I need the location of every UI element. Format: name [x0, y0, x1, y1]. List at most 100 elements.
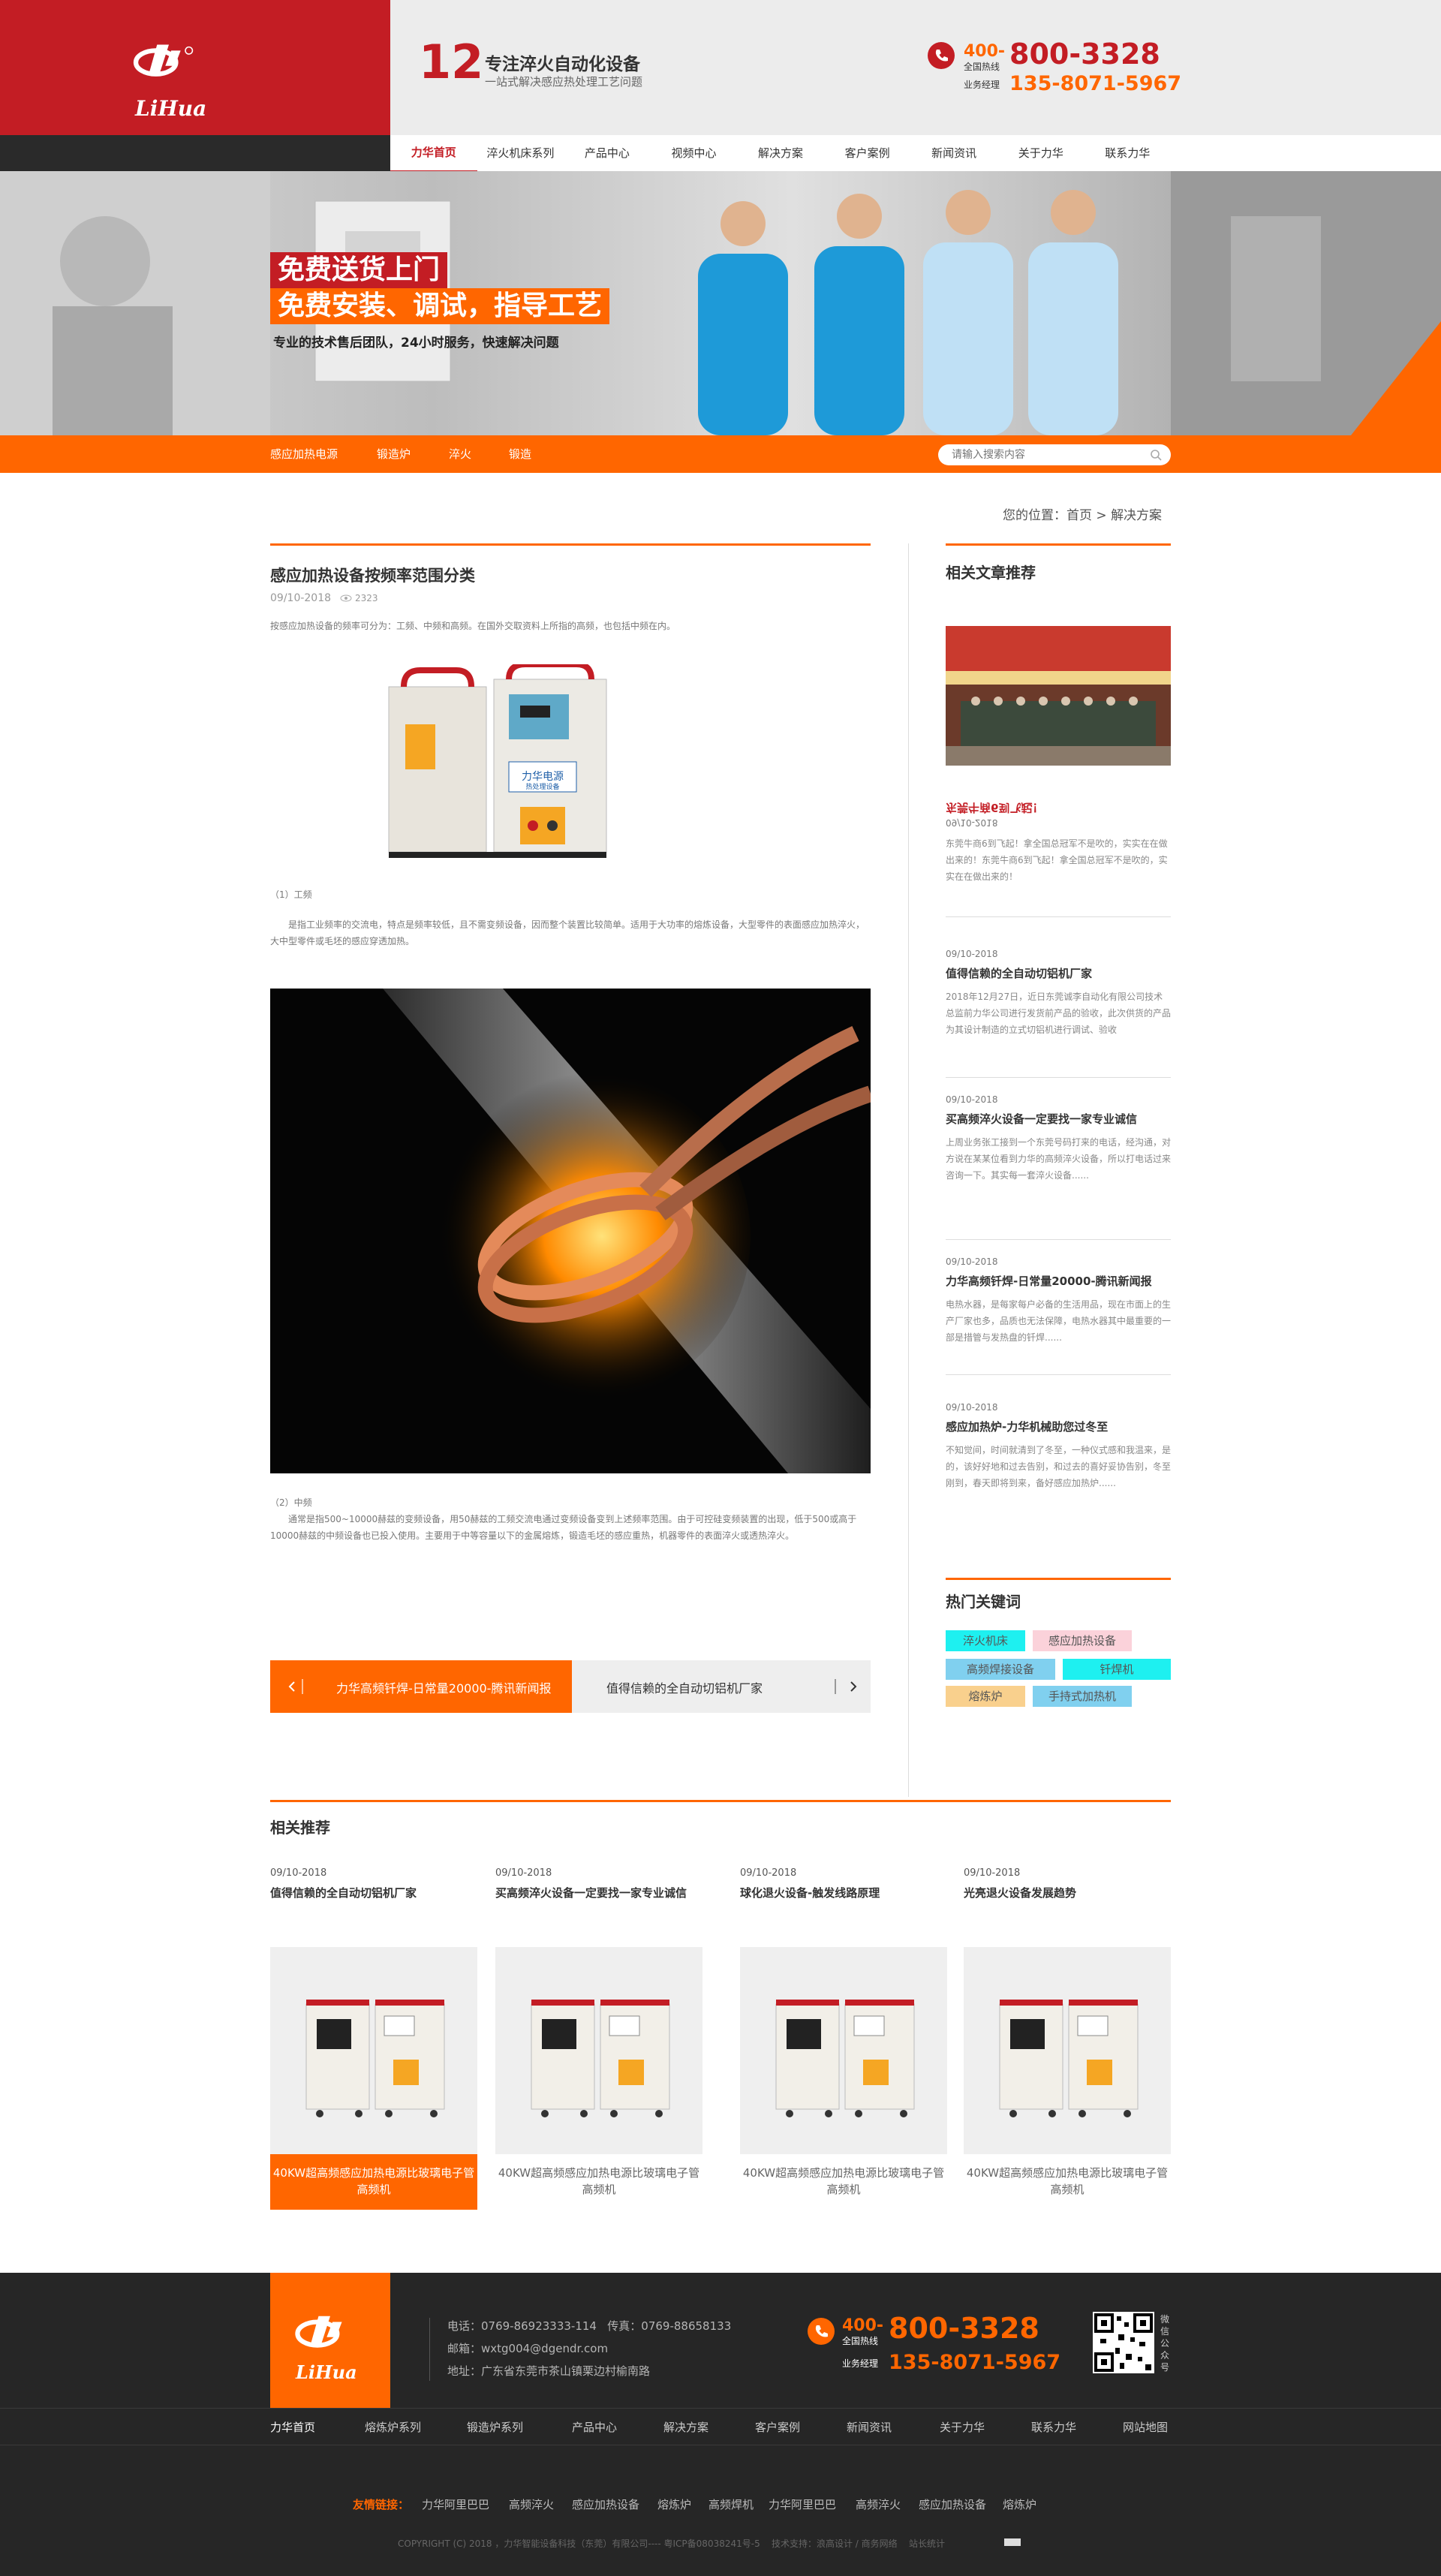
related-caption[interactable]: 40KW超高频感应加热电源比玻璃电子管高频机: [964, 2154, 1171, 2210]
sidebar-article-title[interactable]: 感应加热炉-力华机械助您过冬至: [946, 1419, 1171, 1434]
related-caption[interactable]: 40KW超高频感应加热电源比玻璃电子管高频机: [495, 2154, 702, 2210]
related-card[interactable]: 09/10-2018 光亮退火设备发展趋势 40KW超高频感应加热电源比玻璃电子…: [964, 1867, 1171, 2196]
chevron-right-icon[interactable]: [848, 1681, 859, 1693]
related-title[interactable]: 光亮退火设备发展趋势: [964, 1885, 1171, 1900]
article-views: 2323: [355, 593, 378, 603]
footer-nav-item[interactable]: 熔炼炉系列: [365, 2409, 421, 2446]
friend-link[interactable]: 力华阿里巴巴: [422, 2496, 489, 2512]
nav-item-solutions[interactable]: 解决方案: [737, 135, 824, 171]
sidebar-article-title[interactable]: 力华高频钎焊-日常量20000-腾讯新闻报: [946, 1273, 1171, 1289]
related-product-image[interactable]: [495, 1947, 702, 2154]
related-title[interactable]: 值得信赖的全自动切铝机厂家: [270, 1885, 477, 1900]
logo[interactable]: LiHua: [0, 0, 390, 135]
friend-link[interactable]: 高频淬火: [509, 2496, 554, 2512]
breadcrumb: 您的位置：首页 > 解决方案: [1003, 504, 1162, 523]
nav-item-cases[interactable]: 客户案例: [824, 135, 911, 171]
related-date: 09/10-2018: [495, 1867, 552, 1879]
machine-brand-sublabel: 热处理设备: [525, 782, 559, 791]
related-card[interactable]: 09/10-2018 值得信赖的全自动切铝机厂家 40KW超高频感应加热电源比玻…: [270, 1867, 477, 2210]
related-caption[interactable]: 40KW超高频感应加热电源比玻璃电子管高频机: [740, 2154, 947, 2210]
footer-hotline-number[interactable]: 800-3328: [889, 2312, 1039, 2345]
keyword-tag[interactable]: 钎焊机: [1063, 1659, 1171, 1680]
search-input[interactable]: [938, 444, 1133, 465]
copyright: COPYRIGHT (C) 2018 ，力华智能设备科技（东莞）有限公司----…: [398, 2537, 945, 2550]
nav-item-quench-machine[interactable]: 淬火机床系列: [477, 135, 564, 171]
related-card[interactable]: 09/10-2018 球化退火设备-触发线路原理 40KW超高频感应加热电源比玻…: [740, 1867, 947, 2196]
hero-banner: 免费送货上门 免费安装、调试，指导工艺 专业的技术售后团队，24小时服务，快速解…: [0, 171, 1441, 435]
sidebar-top-rule: [946, 543, 1171, 546]
sidebar-article-2[interactable]: 09/10-2018 值得信赖的全自动切铝机厂家 2018年12月27日，近日东…: [946, 949, 1171, 1078]
sidebar-article-desc: 2018年12月27日，近日东莞诚李自动化有限公司技术总监前力华公司进行发货前产…: [946, 992, 1172, 1035]
sidebar-featured-photo[interactable]: [946, 626, 1171, 766]
related-product-image[interactable]: [740, 1947, 947, 2154]
footer-nav-item[interactable]: 客户案例: [755, 2409, 800, 2446]
sidebar-article-3[interactable]: 09/10-2018 买高频淬火设备一定要找一家专业诚信 上周业务张工接到一个东…: [946, 1094, 1171, 1240]
tech-support[interactable]: 技术支持：浪高设计 / 商务网络: [772, 2538, 898, 2549]
nav-item-videos[interactable]: 视频中心: [651, 135, 738, 171]
category-induction-power[interactable]: 感应加热电源: [270, 435, 338, 473]
related-product-image[interactable]: [270, 1947, 477, 2154]
sidebar-article-desc: 上周业务张工接到一个东莞号码打来的电话，经沟通，对方说在某某位看到力华的高频淬火…: [946, 1137, 1172, 1181]
related-caption[interactable]: 40KW超高频感应加热电源比玻璃电子管高频机: [270, 2154, 477, 2210]
keyword-tag[interactable]: 高频焊接设备: [946, 1659, 1055, 1680]
related-title[interactable]: 买高频淬火设备一定要找一家专业诚信: [495, 1885, 702, 1900]
friend-link[interactable]: 感应加热设备: [572, 2496, 639, 2512]
footer-email[interactable]: 邮箱：wxtg004@dgendr.com: [447, 2340, 608, 2356]
qr-code-image[interactable]: [1093, 2312, 1154, 2373]
breadcrumb-label: 您的位置：: [1003, 508, 1066, 523]
sidebar-article-5[interactable]: 09/10-2018 感应加热炉-力华机械助您过冬至 不知觉间，时间就清到了冬至…: [946, 1402, 1171, 1515]
nav-item-about[interactable]: 关于力华: [997, 135, 1085, 171]
hotline-number[interactable]: 800-3328: [1009, 38, 1160, 71]
next-article-title[interactable]: 值得信赖的全自动切铝机厂家: [606, 1678, 763, 1696]
footer-nav-item[interactable]: 关于力华: [940, 2409, 985, 2446]
sidebar-article-title[interactable]: 买高频淬火设备一定要找一家专业诚信: [946, 1111, 1171, 1127]
keywords-top-rule: [946, 1578, 1171, 1580]
nav-item-contact[interactable]: 联系力华: [1085, 135, 1172, 171]
sidebar-article-title[interactable]: 值得信赖的全自动切铝机厂家: [946, 965, 1171, 981]
friend-link[interactable]: 感应加热设备: [919, 2496, 986, 2512]
related-title[interactable]: 球化退火设备-触发线路原理: [740, 1885, 947, 1900]
friend-link[interactable]: 力华阿里巴巴: [769, 2496, 836, 2512]
logo-mark-icon: [295, 2316, 342, 2348]
keyword-tag[interactable]: 熔炼炉: [946, 1686, 1025, 1707]
phone-icon: [928, 42, 955, 69]
article-section-1-title: （1）工频: [270, 889, 312, 900]
keyword-tag[interactable]: 手持式加热机: [1033, 1686, 1132, 1707]
keyword-tag[interactable]: 淬火机床: [946, 1630, 1025, 1651]
footer-manager-phone[interactable]: 135-8071-5967: [889, 2351, 1060, 2374]
footer-nav-item[interactable]: 新闻资讯: [847, 2409, 892, 2446]
related-card[interactable]: 09/10-2018 买高频淬火设备一定要找一家专业诚信 40KW超高频感应加热…: [495, 1867, 702, 2196]
footer-nav-item[interactable]: 力华首页: [270, 2409, 315, 2446]
footer-nav-item[interactable]: 产品中心: [572, 2409, 617, 2446]
stats-badge-icon[interactable]: [1004, 2538, 1021, 2546]
prev-article-button[interactable]: 力华高频钎焊-日常量20000-腾讯新闻报: [270, 1660, 572, 1713]
friend-link[interactable]: 高频淬火: [856, 2496, 901, 2512]
footer-nav-item[interactable]: 网站地图: [1123, 2409, 1168, 2446]
footer-nav-item[interactable]: 解决方案: [663, 2409, 708, 2446]
footer-nav-item[interactable]: 锻造炉系列: [467, 2409, 523, 2446]
sidebar-article-4[interactable]: 09/10-2018 力华高频钎焊-日常量20000-腾讯新闻报 电热水器，是每…: [946, 1256, 1171, 1375]
phone-icon: [808, 2318, 835, 2345]
keyword-tag[interactable]: 感应加热设备: [1033, 1630, 1132, 1651]
product-machine-icon: [531, 2000, 670, 2117]
sidebar-article-desc: 电热水器，是每家每户必备的生活用品，现在市面上的生产厂家也多，品质也无法保障，电…: [946, 1299, 1172, 1343]
friend-link[interactable]: 高频焊机: [708, 2496, 754, 2512]
category-forging-furnace[interactable]: 锻造炉: [377, 435, 411, 473]
nav-item-products[interactable]: 产品中心: [564, 135, 651, 171]
sidebar-article-1[interactable]: 东莞牛商6到飞起！ 09/10-2018 东莞牛商6到飞起！拿全国总冠军不是吹的…: [946, 794, 1171, 917]
slogan-number: 12: [419, 35, 484, 89]
prev-article-title[interactable]: 力华高频钎焊-日常量20000-腾讯新闻报: [336, 1678, 551, 1696]
friend-link[interactable]: 熔炼炉: [657, 2496, 691, 2512]
nav-item-home[interactable]: 力华首页: [390, 134, 477, 173]
footer-nav-item[interactable]: 联系力华: [1031, 2409, 1076, 2446]
category-forging[interactable]: 锻造: [509, 435, 531, 473]
friend-link[interactable]: 熔炼炉: [1003, 2496, 1036, 2512]
category-quenching[interactable]: 淬火: [449, 435, 471, 473]
sidebar-article-title[interactable]: 东莞牛商6到飞起！: [946, 800, 1171, 816]
footer-logo[interactable]: LiHua: [270, 2273, 390, 2408]
related-product-image[interactable]: [964, 1947, 1171, 2154]
breadcrumb-home[interactable]: 首页: [1066, 508, 1092, 523]
search-icon[interactable]: [1150, 449, 1162, 461]
manager-phone[interactable]: 135-8071-5967: [1009, 72, 1181, 95]
nav-item-news[interactable]: 新闻资讯: [910, 135, 997, 171]
